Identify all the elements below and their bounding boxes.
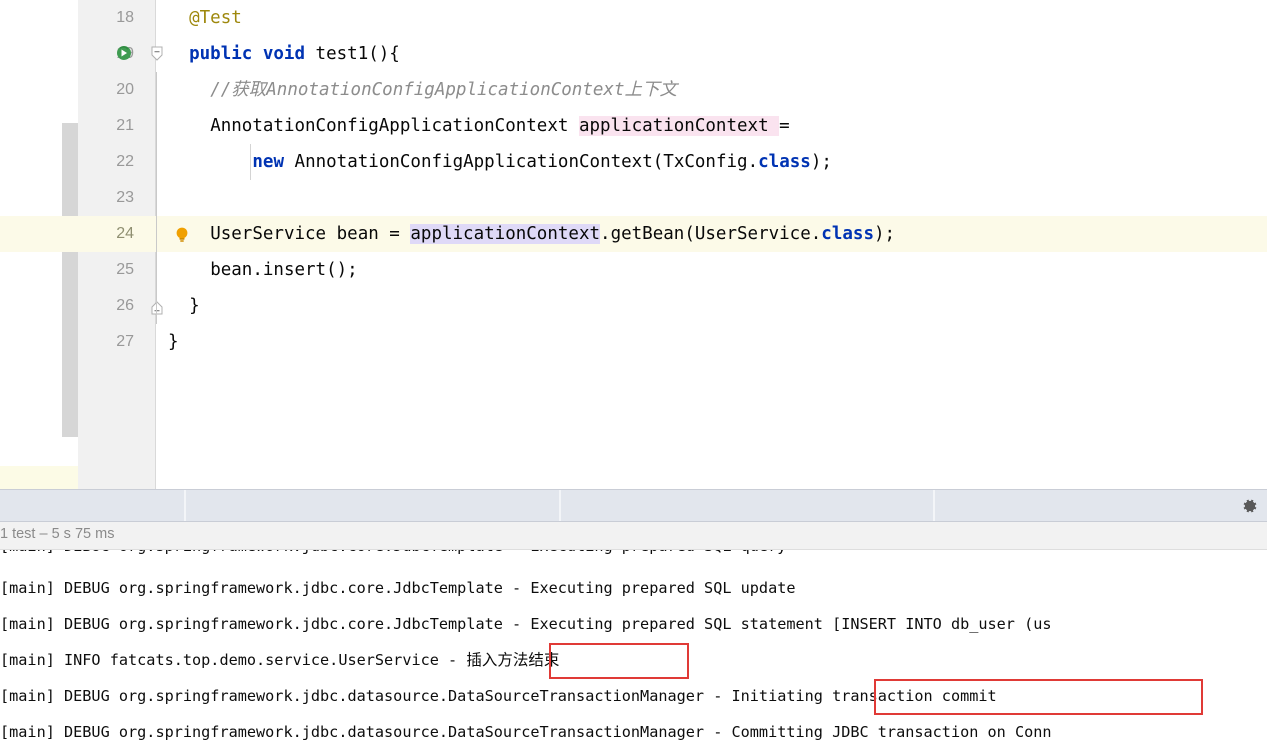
- code-token: class: [758, 152, 811, 172]
- console-text: [main] DEBUG org.springframework.jdbc.da…: [0, 723, 1052, 741]
- code-line[interactable]: }: [168, 324, 1267, 360]
- code-line[interactable]: }: [189, 288, 1267, 324]
- line-number: 18: [116, 9, 134, 26]
- line-number: 21: [116, 117, 134, 134]
- console-line: [main] INFO fatcats.top.demo.service.Use…: [0, 642, 559, 678]
- fold-expanded-icon[interactable]: [149, 46, 165, 62]
- test-status-bar: 1 test – 5 s 75 ms: [0, 522, 1267, 550]
- code-line[interactable]: bean.insert();: [210, 252, 1267, 288]
- fold-collapsed-icon[interactable]: [149, 300, 165, 316]
- code-token: applicationContext: [410, 224, 601, 244]
- line-number: 27: [116, 333, 134, 350]
- code-token: UserService bean =: [210, 224, 411, 244]
- code-token: );: [873, 224, 896, 244]
- code-token: bean.insert();: [210, 260, 358, 280]
- console-line: [main] DEBUG org.springframework.jdbc.co…: [0, 606, 1052, 642]
- code-token: =: [779, 116, 790, 136]
- line-number: 22: [116, 153, 134, 170]
- code-line[interactable]: [168, 180, 1267, 216]
- code-token: );: [810, 152, 832, 172]
- intention-bulb-icon[interactable]: [174, 226, 190, 244]
- code-line[interactable]: UserService bean = applicationContext.ge…: [210, 216, 1267, 252]
- ide-window: 18@Test19public void test1(){20//获取Annot…: [0, 0, 1267, 755]
- run-test-gutter-icon[interactable]: [116, 45, 134, 63]
- code-token: AnnotationConfigApplicationContext(TxCon…: [284, 152, 759, 172]
- code-token: @Test: [189, 8, 242, 28]
- toolbar-divider-3: [933, 490, 935, 521]
- code-line[interactable]: AnnotationConfigApplicationContext appli…: [210, 108, 1267, 144]
- indent-guide: [250, 144, 251, 180]
- editor-left-bottom-sliver: [0, 466, 78, 489]
- console-text: 插入方法结束: [466, 651, 560, 669]
- line-number: 20: [116, 81, 134, 98]
- code-token: public: [189, 44, 253, 64]
- code-line[interactable]: //获取AnnotationConfigApplicationContext上下…: [210, 72, 1267, 108]
- line-number: 25: [116, 261, 134, 278]
- console-clipped-text: [main] DEBUG org.springframework.jdbc.co…: [0, 550, 786, 562]
- current-line-highlight-gutter: [0, 216, 78, 252]
- code-token: }: [168, 332, 179, 352]
- code-token: test1(){: [305, 44, 400, 64]
- code-token: AnnotationConfigApplicationContext: [210, 116, 579, 136]
- code-block-fold-line: [156, 72, 157, 324]
- console-line: [main] DEBUG org.springframework.jdbc.da…: [0, 678, 997, 714]
- code-line[interactable]: new AnnotationConfigApplicationContext(T…: [252, 144, 1267, 180]
- test-summary-label: 1 test – 5 s 75 ms: [0, 526, 115, 542]
- code-token: void: [262, 44, 306, 64]
- console-line: [main] DEBUG org.springframework.jdbc.da…: [0, 714, 1052, 750]
- code-line[interactable]: public void test1(){: [189, 36, 1267, 72]
- console-clipped-line: [main] DEBUG org.springframework.jdbc.co…: [0, 550, 1267, 562]
- console-text: [main] DEBUG org.springframework.jdbc.co…: [0, 579, 796, 597]
- code-token: class: [821, 224, 874, 244]
- line-number: 23: [116, 189, 134, 206]
- console-text: [main] DEBUG org.springframework.jdbc.co…: [0, 615, 1052, 633]
- highlight-insert-method-end: [549, 643, 689, 679]
- code-editor[interactable]: 18@Test19public void test1(){20//获取Annot…: [0, 0, 1267, 489]
- gear-icon[interactable]: [1241, 497, 1259, 515]
- toolbar-divider-1: [184, 490, 186, 521]
- code-token: }: [189, 296, 200, 316]
- toolbar-divider-2: [559, 490, 561, 521]
- run-toolbar[interactable]: [0, 489, 1267, 522]
- run-console-output[interactable]: [main] DEBUG org.springframework.jdbc.co…: [0, 550, 1267, 755]
- code-token: applicationContext: [578, 116, 780, 136]
- console-line: [main] DEBUG org.springframework.jdbc.co…: [0, 570, 796, 606]
- code-token: //获取AnnotationConfigApplicationContext上下…: [210, 80, 677, 100]
- line-number: 26: [116, 297, 134, 314]
- code-token: .getBean(UserService.: [600, 224, 822, 244]
- code-line[interactable]: @Test: [189, 0, 1267, 36]
- code-token: new: [252, 152, 284, 172]
- console-text: [main] INFO fatcats.top.demo.service.Use…: [0, 651, 467, 669]
- editor-left-marker-bar: [62, 123, 78, 437]
- console-text: [main] DEBUG org.springframework.jdbc.da…: [0, 687, 997, 705]
- line-number: 24: [116, 225, 134, 242]
